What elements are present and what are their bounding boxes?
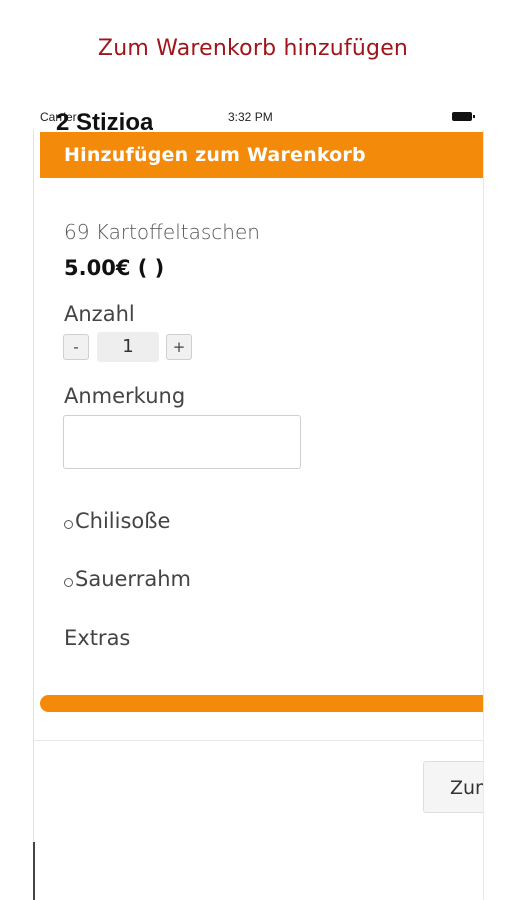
radio-icon[interactable] bbox=[64, 520, 73, 529]
screen: Zum Warenkorb hinzufügen Carrier 3:32 PM… bbox=[0, 0, 506, 900]
add-to-cart-button[interactable]: Zum Warenkorb bbox=[423, 761, 483, 813]
option-chilisosse[interactable]: Chilisoße bbox=[64, 509, 170, 533]
screenshot-caption: Zum Warenkorb hinzufügen bbox=[97, 36, 409, 61]
increment-button[interactable]: + bbox=[166, 334, 192, 360]
decrement-button[interactable]: - bbox=[63, 334, 89, 360]
radio-icon[interactable] bbox=[64, 578, 73, 587]
note-label: Anmerkung bbox=[64, 384, 186, 408]
modal-header: Hinzufügen zum Warenkorb bbox=[40, 132, 483, 178]
quantity-input[interactable]: 1 bbox=[97, 332, 159, 362]
footer-divider bbox=[34, 740, 483, 741]
product-price: 5.00€ ( ) bbox=[64, 256, 165, 280]
quantity-label: Anzahl bbox=[64, 302, 135, 326]
app-title: 2 Stizioa bbox=[56, 109, 154, 132]
option-sauerrahm[interactable]: Sauerrahm bbox=[64, 567, 191, 591]
note-textarea[interactable] bbox=[63, 415, 301, 469]
extras-label: Extras bbox=[64, 626, 131, 650]
modal-title: Hinzufügen zum Warenkorb bbox=[64, 144, 366, 166]
add-to-cart-modal: Hinzufügen zum Warenkorb 69 Kartoffeltas… bbox=[33, 130, 484, 900]
progress-bar bbox=[40, 695, 483, 712]
product-name: 69 Kartoffeltaschen bbox=[64, 220, 260, 244]
option-label: Sauerrahm bbox=[75, 567, 191, 591]
battery-icon bbox=[452, 112, 475, 121]
option-label: Chilisoße bbox=[75, 509, 171, 533]
clock: 3:32 PM bbox=[228, 110, 273, 124]
modal-edge bbox=[33, 842, 35, 900]
